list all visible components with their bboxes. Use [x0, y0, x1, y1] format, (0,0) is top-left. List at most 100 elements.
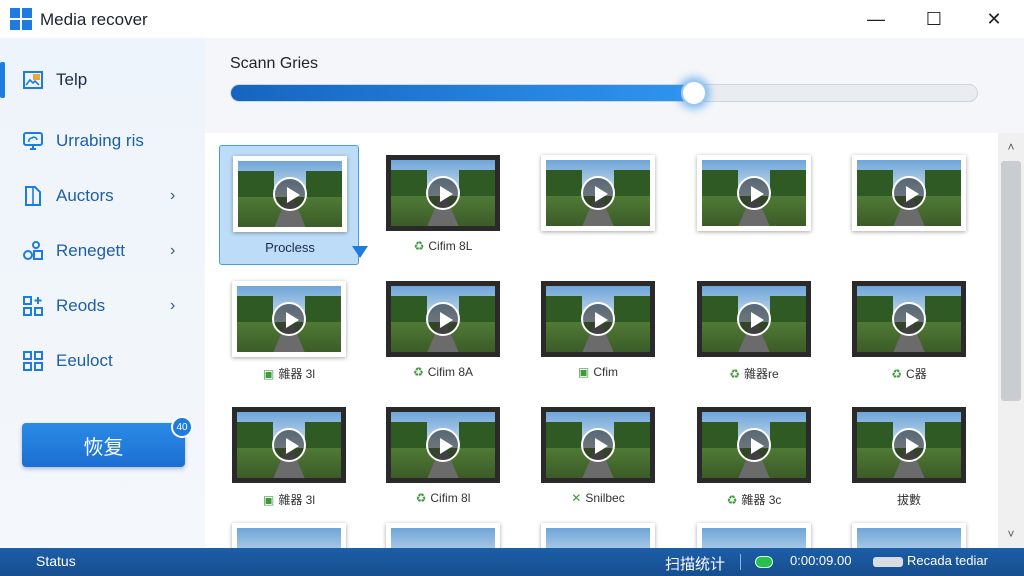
- media-caption: ♻ 雜器re: [684, 365, 824, 382]
- scroll-up-button[interactable]: ˄: [998, 135, 1024, 159]
- title-bar: Media recover — ☐ ✕: [0, 0, 1024, 38]
- play-icon[interactable]: [737, 428, 771, 462]
- video-thumbnail-partial[interactable]: [541, 523, 655, 548]
- sidebar-item-auctors[interactable]: Auctors ›: [0, 172, 205, 220]
- sidebar-item-label: Telp: [56, 70, 88, 89]
- video-thumbnail[interactable]: [852, 407, 966, 483]
- media-caption: ▣ 雜器 3l: [219, 365, 359, 382]
- grid-sparkle-icon: [23, 296, 43, 316]
- video-thumbnail[interactable]: [541, 407, 655, 483]
- scan-progress-handle[interactable]: [680, 80, 707, 106]
- windows-logo-icon: [10, 8, 32, 30]
- play-icon[interactable]: [581, 176, 615, 210]
- file-type-icon: ▣: [262, 367, 275, 381]
- status-label: Status: [36, 553, 76, 569]
- media-caption-text: C器: [906, 367, 927, 381]
- sidebar-item-telp[interactable]: Telp: [0, 56, 205, 104]
- media-tile[interactable]: [839, 145, 979, 265]
- play-icon[interactable]: [737, 302, 771, 336]
- media-caption: ♻ Cifim 8l: [373, 491, 513, 505]
- play-icon[interactable]: [273, 177, 307, 211]
- drive-icon: [873, 557, 903, 567]
- media-grid: Procless ♻ Cifim 8L ▣ 雜器 3l ♻ Cifim 8A ▣ Cfim ♻ 雜器…: [205, 133, 998, 548]
- play-icon[interactable]: [426, 428, 460, 462]
- media-tile[interactable]: ▣ 雜器 3l: [219, 397, 359, 517]
- sidebar: Telp Urrabing ris Auctors › Renegett › R…: [0, 38, 205, 548]
- scan-progress-panel: Scann Gries: [205, 38, 1024, 133]
- media-caption: ▣ 雜器 3l: [219, 491, 359, 508]
- sidebar-item-label: Reods: [56, 296, 106, 315]
- file-type-icon: ✕: [571, 491, 582, 505]
- play-icon[interactable]: [892, 302, 926, 336]
- video-thumbnail[interactable]: [541, 281, 655, 357]
- video-thumbnail[interactable]: [386, 281, 500, 357]
- thumbnail-scene-sky: [702, 528, 806, 548]
- thumbnail-scene-sky: [391, 528, 495, 548]
- video-thumbnail[interactable]: [852, 155, 966, 231]
- media-tile[interactable]: [528, 145, 668, 265]
- video-thumbnail[interactable]: [697, 155, 811, 231]
- media-tile[interactable]: ♻ 雜器 3c: [684, 397, 824, 517]
- minimize-button[interactable]: —: [846, 0, 906, 38]
- play-icon[interactable]: [272, 302, 306, 336]
- scan-stats-label: 扫描统计: [665, 556, 726, 573]
- video-thumbnail[interactable]: [541, 155, 655, 231]
- restore-button[interactable]: 恢复: [22, 423, 185, 467]
- scrollbar-thumb[interactable]: [1001, 161, 1021, 401]
- scroll-down-button[interactable]: ˅: [998, 522, 1024, 546]
- sidebar-item-eeuloct[interactable]: Eeuloct: [0, 337, 205, 385]
- play-icon[interactable]: [272, 428, 306, 462]
- file-type-icon: ▣: [577, 365, 590, 379]
- media-tile[interactable]: ♻ Cifim 8L: [373, 145, 513, 265]
- video-thumbnail[interactable]: [697, 407, 811, 483]
- video-thumbnail-partial[interactable]: [386, 523, 500, 548]
- play-icon[interactable]: [892, 428, 926, 462]
- media-tile[interactable]: ♻ Cifim 8A: [373, 271, 513, 391]
- video-thumbnail[interactable]: [697, 281, 811, 357]
- maximize-button[interactable]: ☐: [904, 0, 964, 38]
- sidebar-item-renegett[interactable]: Renegett ›: [0, 227, 205, 275]
- video-thumbnail-partial[interactable]: [852, 523, 966, 548]
- thumbnail-scene-sky: [546, 528, 650, 548]
- sidebar-item-urrabing[interactable]: Urrabing ris: [0, 117, 205, 165]
- media-tile[interactable]: 拔數: [839, 397, 979, 517]
- video-thumbnail[interactable]: [386, 155, 500, 231]
- close-button[interactable]: ✕: [964, 0, 1024, 38]
- status-bar: Status 扫描统计 0:00:09.00 Recada tediar: [0, 548, 1024, 576]
- media-tile[interactable]: ♻ Cifim 8l: [373, 397, 513, 517]
- status-separator: [740, 554, 741, 570]
- play-icon[interactable]: [426, 302, 460, 336]
- video-thumbnail[interactable]: [852, 281, 966, 357]
- window-title: Media recover: [40, 10, 148, 29]
- media-tile[interactable]: ▣ Cfim: [528, 271, 668, 391]
- video-thumbnail[interactable]: [386, 407, 500, 483]
- play-icon[interactable]: [426, 176, 460, 210]
- play-icon[interactable]: [581, 302, 615, 336]
- media-tile[interactable]: Procless: [219, 145, 368, 265]
- media-tile[interactable]: ♻ C器: [839, 271, 979, 391]
- media-tile[interactable]: [684, 145, 824, 265]
- video-thumbnail[interactable]: [233, 156, 347, 232]
- drive-label: Recada tediar: [907, 553, 988, 568]
- app-window: Media recover — ☐ ✕ Telp Urrabing ris Au…: [0, 0, 1024, 576]
- play-icon[interactable]: [892, 176, 926, 210]
- video-thumbnail-partial[interactable]: [232, 523, 346, 548]
- video-thumbnail-partial[interactable]: [697, 523, 811, 548]
- media-caption-text: Cifim 8L: [428, 239, 473, 253]
- media-tile[interactable]: ♻ 雜器re: [684, 271, 824, 391]
- play-icon[interactable]: [581, 428, 615, 462]
- cloud-monitor-icon: [23, 132, 43, 150]
- sidebar-item-label: Urrabing ris: [56, 131, 144, 150]
- video-thumbnail[interactable]: [232, 407, 346, 483]
- thumbnail-scene-sky: [857, 528, 961, 548]
- media-tile[interactable]: ▣ 雜器 3l: [219, 271, 359, 391]
- media-tile[interactable]: ✕ Snilbec: [528, 397, 668, 517]
- file-type-icon: ♻: [891, 367, 903, 381]
- video-thumbnail[interactable]: [232, 281, 346, 357]
- media-caption-text: Cifim 8A: [427, 365, 474, 379]
- play-icon[interactable]: [737, 176, 771, 210]
- sidebar-item-reods[interactable]: Reods ›: [0, 282, 205, 330]
- elapsed-time: 0:00:09.00: [790, 553, 852, 568]
- grid-scrollbar[interactable]: ˄ ˅: [998, 133, 1024, 548]
- media-caption: ✕ Snilbec: [528, 491, 668, 505]
